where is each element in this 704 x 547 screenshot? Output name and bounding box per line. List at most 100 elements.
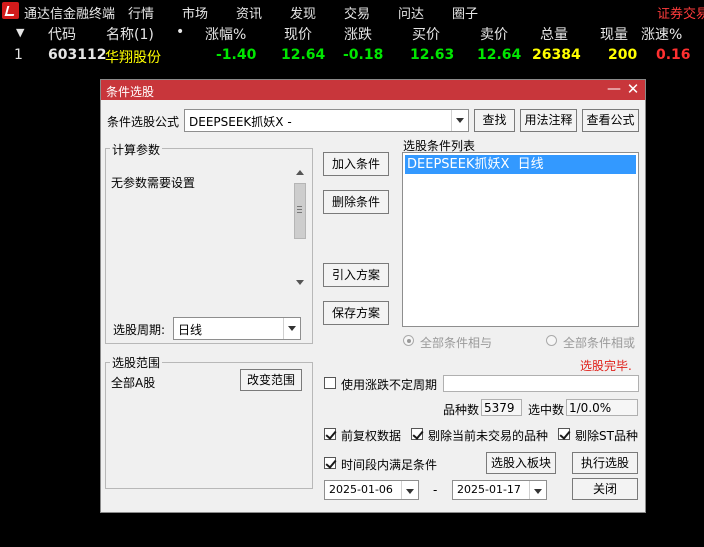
app-logo-icon [2,2,19,19]
cell-volume: 26384 [532,47,581,63]
cell-ask: 12.64 [477,47,522,63]
no-params-text: 无参数需要设置 [111,176,196,190]
cell-change-pct: -1.40 [216,47,257,63]
logic-or-radio[interactable] [546,335,557,346]
selected-value: 1/0.0% [569,401,612,415]
logic-and-radio[interactable] [403,335,414,346]
col-header-name[interactable]: 名称(1) [106,24,154,44]
dialog-title: 条件选股 [106,85,155,99]
view-formula-button[interactable]: 查看公式 [582,109,639,132]
col-header-bid[interactable]: 买价 [412,24,440,44]
calc-params-title: 计算参数 [110,141,163,158]
broker-trade-link[interactable]: 证券交易 [657,3,704,22]
exclude-untraded-checkbox[interactable] [411,428,423,440]
delete-condition-button[interactable]: 删除条件 [323,190,389,214]
minimize-icon[interactable]: — [606,80,622,100]
cell-code: 603112 [48,47,107,63]
find-button[interactable]: 查找 [474,109,515,132]
exclude-st-checkbox[interactable] [558,428,570,440]
chevron-down-icon[interactable] [283,318,300,339]
add-condition-button[interactable]: 加入条件 [323,152,389,176]
period-label: 选股周期: [113,323,166,337]
selected-field: 1/0.0% [566,399,638,416]
col-header-change[interactable]: 涨跌 [344,24,372,44]
cell-bid: 12.63 [410,47,455,63]
cell-name: 华翔股份 [105,50,161,66]
period-select[interactable]: 日线 [173,317,301,340]
row-marker-icon[interactable]: ▼ [16,26,24,39]
range-title: 选股范围 [110,354,163,371]
exclude-st-label: 剔除ST品种 [575,429,638,443]
formula-value: DEEPSEEK抓妖X - [189,115,292,129]
col-header-volume[interactable]: 总量 [540,24,568,44]
menu-hangqing[interactable]: 行情 [128,3,154,22]
logic-or-label: 全部条件相或 [563,336,636,350]
scroll-up-icon[interactable] [296,170,304,175]
dialog-titlebar[interactable]: 条件选股 — ✕ [101,80,645,100]
scroll-down-icon[interactable] [296,280,304,285]
col-header-code[interactable]: 代码 [48,24,76,44]
end-date-value: 2025-01-17 [457,483,521,496]
run-selection-button[interactable]: 执行选股 [572,452,638,474]
col-header-price[interactable]: 现价 [284,24,312,44]
forward-adjust-label: 前复权数据 [341,429,402,443]
app-title: 通达信金融终端 [24,7,116,22]
cell-change: -0.18 [343,47,384,63]
col-header-dot: • [176,24,185,40]
cell-speed: 0.16 [656,47,691,63]
range-value: 全部A股 [111,376,156,390]
usage-notes-button[interactable]: 用法注释 [520,109,577,132]
menu-faxian[interactable]: 发现 [290,3,316,22]
grip-icon [297,206,302,207]
exclude-untraded-label: 剔除当前未交易的品种 [428,429,549,443]
menu-bar: 通达信金融终端 行情 市场 资讯 发现 交易 问达 圈子 证券交易 [0,0,704,22]
list-item[interactable]: DEEPSEEK抓妖X 日线 [405,155,636,174]
cell-current-volume: 200 [608,47,638,63]
col-header-speed[interactable]: 涨速% [641,24,682,44]
chevron-down-icon[interactable] [529,481,546,499]
menu-zixun[interactable]: 资讯 [236,3,262,22]
time-range-label: 时间段内满足条件 [341,458,438,472]
condition-selection-dialog: 条件选股 — ✕ 条件选股公式 DEEPSEEK抓妖X - 查找 用法注释 查看… [100,79,646,513]
irregular-period-label: 使用涨跌不定周期 [341,378,438,392]
params-scrollbar[interactable] [293,166,308,292]
time-range-checkbox[interactable] [324,457,336,469]
scroll-thumb[interactable] [294,183,306,239]
end-date-picker[interactable]: 2025-01-17 [452,480,547,500]
import-plan-button[interactable]: 引入方案 [323,263,389,287]
start-date-value: 2025-01-06 [329,483,393,496]
formula-select[interactable]: DEEPSEEK抓妖X - [184,109,469,132]
row-index: 1 [14,47,23,63]
close-button[interactable]: 关闭 [572,478,638,500]
save-plan-button[interactable]: 保存方案 [323,301,389,325]
logic-and-label: 全部条件相与 [420,336,493,350]
forward-adjust-checkbox[interactable] [324,428,336,440]
col-header-current-volume[interactable]: 现量 [600,24,628,44]
close-icon[interactable]: ✕ [625,80,641,100]
status-text: 选股完毕. [580,359,632,373]
selected-label: 选中数 [528,403,565,417]
to-block-button[interactable]: 选股入板块 [486,452,556,474]
change-range-button[interactable]: 改变范围 [240,369,302,391]
col-header-ask[interactable]: 卖价 [480,24,508,44]
count-label: 品种数 [443,403,480,417]
count-value: 5379 [484,401,515,415]
menu-jiaoyi[interactable]: 交易 [344,3,370,22]
menu-quanzi[interactable]: 圈子 [452,3,478,22]
irregular-period-checkbox[interactable] [324,377,336,389]
date-separator: - [433,483,438,497]
quote-header-row: ▼ 代码 名称(1) • 涨幅% 现价 涨跌 买价 卖价 总量 现量 涨速% [0,22,704,44]
cell-price: 12.64 [281,47,326,63]
formula-label: 条件选股公式 [107,115,180,129]
condition-list[interactable]: DEEPSEEK抓妖X 日线 [402,152,639,327]
table-row[interactable]: 1 603112 华翔股份 -1.40 12.64 -0.18 12.63 12… [0,45,704,67]
col-header-change-pct[interactable]: 涨幅% [205,24,246,44]
period-value: 日线 [178,323,203,337]
start-date-picker[interactable]: 2025-01-06 [324,480,419,500]
chevron-down-icon[interactable] [401,481,418,499]
irregular-period-input[interactable] [443,375,639,392]
menu-wenda[interactable]: 问达 [398,3,424,22]
chevron-down-icon[interactable] [451,110,468,131]
count-field: 5379 [481,399,522,416]
menu-shichang[interactable]: 市场 [182,3,208,22]
